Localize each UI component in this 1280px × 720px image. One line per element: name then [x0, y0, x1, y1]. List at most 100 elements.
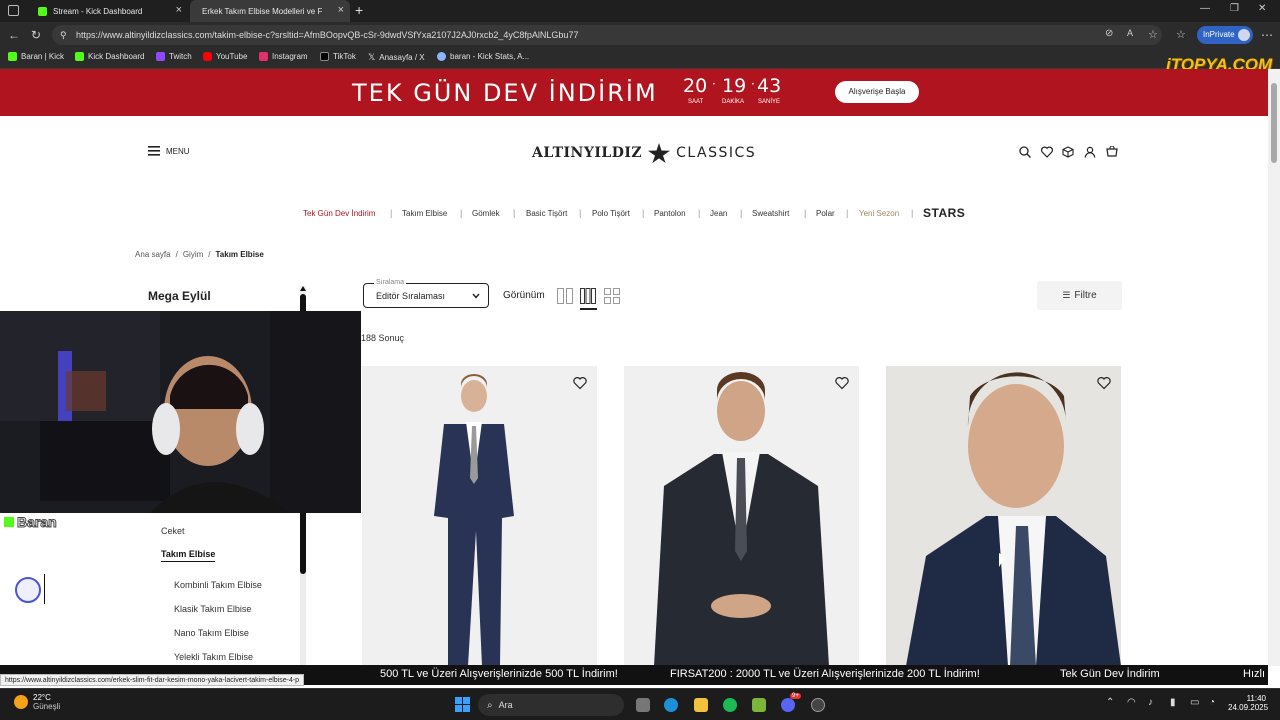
close-window-icon[interactable]: ✕ [1258, 3, 1266, 14]
sidebar-item-takim-elbise[interactable]: Takım Elbise [161, 549, 216, 562]
sidebar-item-ceket[interactable]: Ceket [161, 526, 185, 536]
tab-altinyildiz[interactable]: Erkek Takım Elbise Modelleri ve F × [190, 0, 350, 22]
chevron-down-icon [472, 293, 480, 299]
back-icon[interactable]: ← [8, 28, 20, 42]
bookmark-x[interactable]: 𝕏 Anasayfa / X [368, 52, 425, 63]
speaker-icon[interactable]: ♪ [1148, 697, 1153, 708]
search-icon[interactable] [1019, 146, 1031, 158]
divider: | [513, 208, 516, 218]
bookmark-instagram[interactable]: Instagram [259, 52, 308, 61]
task-view-icon[interactable] [636, 698, 650, 712]
product-card[interactable] [886, 366, 1121, 666]
divider: | [642, 208, 645, 218]
countdown-minutes: 19 [722, 75, 747, 97]
site-info-icon[interactable]: ⚲ [60, 25, 67, 45]
view-2col-icon[interactable] [557, 288, 573, 304]
sidebar-item-nano[interactable]: Nano Takım Elbise [174, 628, 249, 638]
spotify-icon[interactable] [723, 698, 737, 712]
obs-icon[interactable] [811, 698, 825, 712]
app-icon[interactable] [752, 698, 766, 712]
bookmark-kick-stats[interactable]: baran - Kick Stats, A... [437, 52, 529, 61]
clock[interactable]: 11:40 24.09.2025 [1228, 694, 1268, 712]
view-3col-icon[interactable] [580, 288, 596, 304]
read-aloud-icon[interactable]: A [1127, 28, 1133, 38]
breadcrumb: Ana sayfa / Giyim / Takım Elbise [135, 250, 264, 259]
product-card[interactable] [362, 366, 597, 666]
bookmark-twitch[interactable]: Twitch [156, 52, 192, 61]
site-logo[interactable]: ALTINYILDIZ CLASSICS [532, 143, 756, 163]
tab-close-icon[interactable]: × [338, 4, 344, 16]
category-link[interactable]: Sweatshirt [752, 209, 789, 218]
bookmark-youtube[interactable]: YouTube [203, 52, 247, 61]
file-explorer-icon[interactable] [694, 698, 708, 712]
minimize-icon[interactable]: — [1200, 3, 1210, 14]
tracking-icon[interactable]: ⊘ [1105, 28, 1113, 39]
category-link[interactable]: Tek Gün Dev İndirim [303, 209, 375, 218]
category-link[interactable]: Polo Tişört [592, 209, 630, 218]
sidebar-item-yelekli[interactable]: Yelekli Takım Elbise [174, 652, 253, 662]
page-scroll-thumb[interactable] [1271, 83, 1277, 163]
scroll-up-icon[interactable] [300, 286, 306, 291]
start-shopping-button[interactable]: Alışverişe Başla [835, 81, 919, 103]
filter-button[interactable]: ☰ Filtre [1037, 281, 1122, 310]
headset-icon[interactable]: ◠ [1127, 697, 1136, 708]
category-link[interactable]: Yeni Sezon [859, 209, 899, 218]
sidebar-item-kombinli[interactable]: Kombinli Takım Elbise [174, 580, 262, 590]
weather-widget[interactable]: 22°C Güneşli [14, 693, 60, 711]
stars-logo-link[interactable]: STARS [923, 206, 965, 220]
breadcrumb-home[interactable]: Ana sayfa [135, 250, 171, 259]
windows-start-icon[interactable] [455, 697, 470, 712]
tab-actions-icon[interactable] [8, 5, 19, 16]
view-active-indicator [580, 308, 597, 310]
breadcrumb-clothing[interactable]: Giyim [183, 250, 203, 259]
refresh-icon[interactable]: ↻ [31, 28, 41, 42]
package-icon[interactable] [1062, 146, 1074, 158]
bookmark-baran-kick[interactable]: Baran | Kick [8, 52, 64, 61]
user-icon[interactable] [1084, 146, 1096, 158]
network-icon[interactable]: ◔ [1209, 697, 1215, 708]
star-logo-icon [648, 143, 671, 163]
category-link[interactable]: Pantolon [654, 209, 686, 218]
collections-icon[interactable]: ☆ [1176, 28, 1186, 41]
divider: | [460, 208, 463, 218]
category-link[interactable]: Takım Elbise [402, 209, 447, 218]
divider: | [579, 208, 582, 218]
widget-circle-icon[interactable] [15, 577, 41, 603]
category-link[interactable]: Polar [816, 209, 835, 218]
tray-chevron-icon[interactable]: ⌃ [1106, 697, 1114, 708]
tab-kick-dashboard[interactable]: Stream - Kick Dashboard × [26, 0, 188, 22]
inprivate-badge[interactable]: InPrivate [1197, 26, 1253, 44]
new-tab-button[interactable]: + [355, 2, 363, 18]
bookmark-tiktok[interactable]: TikTok [320, 52, 356, 61]
favorite-heart-icon[interactable] [573, 376, 587, 390]
discord-icon[interactable] [781, 698, 795, 712]
favorite-heart-icon[interactable] [1097, 376, 1111, 390]
discord-badge: 9+ [790, 693, 801, 699]
restore-icon[interactable]: ❐ [1230, 3, 1239, 14]
edge-icon[interactable] [664, 698, 678, 712]
category-link[interactable]: Jean [710, 209, 727, 218]
page-scrollbar[interactable] [1268, 69, 1280, 666]
mic-icon[interactable]: ▮ [1170, 697, 1176, 708]
favorite-star-icon[interactable]: ☆ [1148, 28, 1158, 41]
kick-logo-icon [4, 517, 14, 527]
tab-close-icon[interactable]: × [176, 4, 182, 16]
display-icon[interactable]: ▭ [1190, 697, 1199, 708]
category-link[interactable]: Gömlek [472, 209, 500, 218]
product-card[interactable] [624, 366, 859, 666]
favorite-heart-icon[interactable] [835, 376, 849, 390]
sort-dropdown[interactable]: Sıralama Editör Sıralaması [363, 279, 489, 308]
sidebar-item-klasik[interactable]: Klasik Takım Elbise [174, 604, 251, 614]
favorites-heart-icon[interactable] [1041, 146, 1053, 158]
view-grid-icon[interactable] [604, 288, 620, 304]
category-link[interactable]: Basic Tişört [526, 209, 567, 218]
kick-favicon-icon [38, 6, 47, 16]
cart-icon[interactable] [1106, 146, 1118, 158]
bookmark-kick-dashboard[interactable]: Kick Dashboard [75, 52, 144, 61]
url-bar[interactable]: ⚲ https://www.altinyildizclassics.com/ta… [52, 25, 1162, 45]
menu-button[interactable]: MENU [148, 146, 190, 156]
taskbar-search[interactable]: ⌕ Ara [478, 694, 624, 716]
more-menu-icon[interactable]: ⋯ [1261, 28, 1273, 42]
status-url-text: https://www.altinyildizclassics.com/erke… [5, 677, 300, 684]
status-url: https://www.altinyildizclassics.com/erke… [0, 674, 305, 686]
